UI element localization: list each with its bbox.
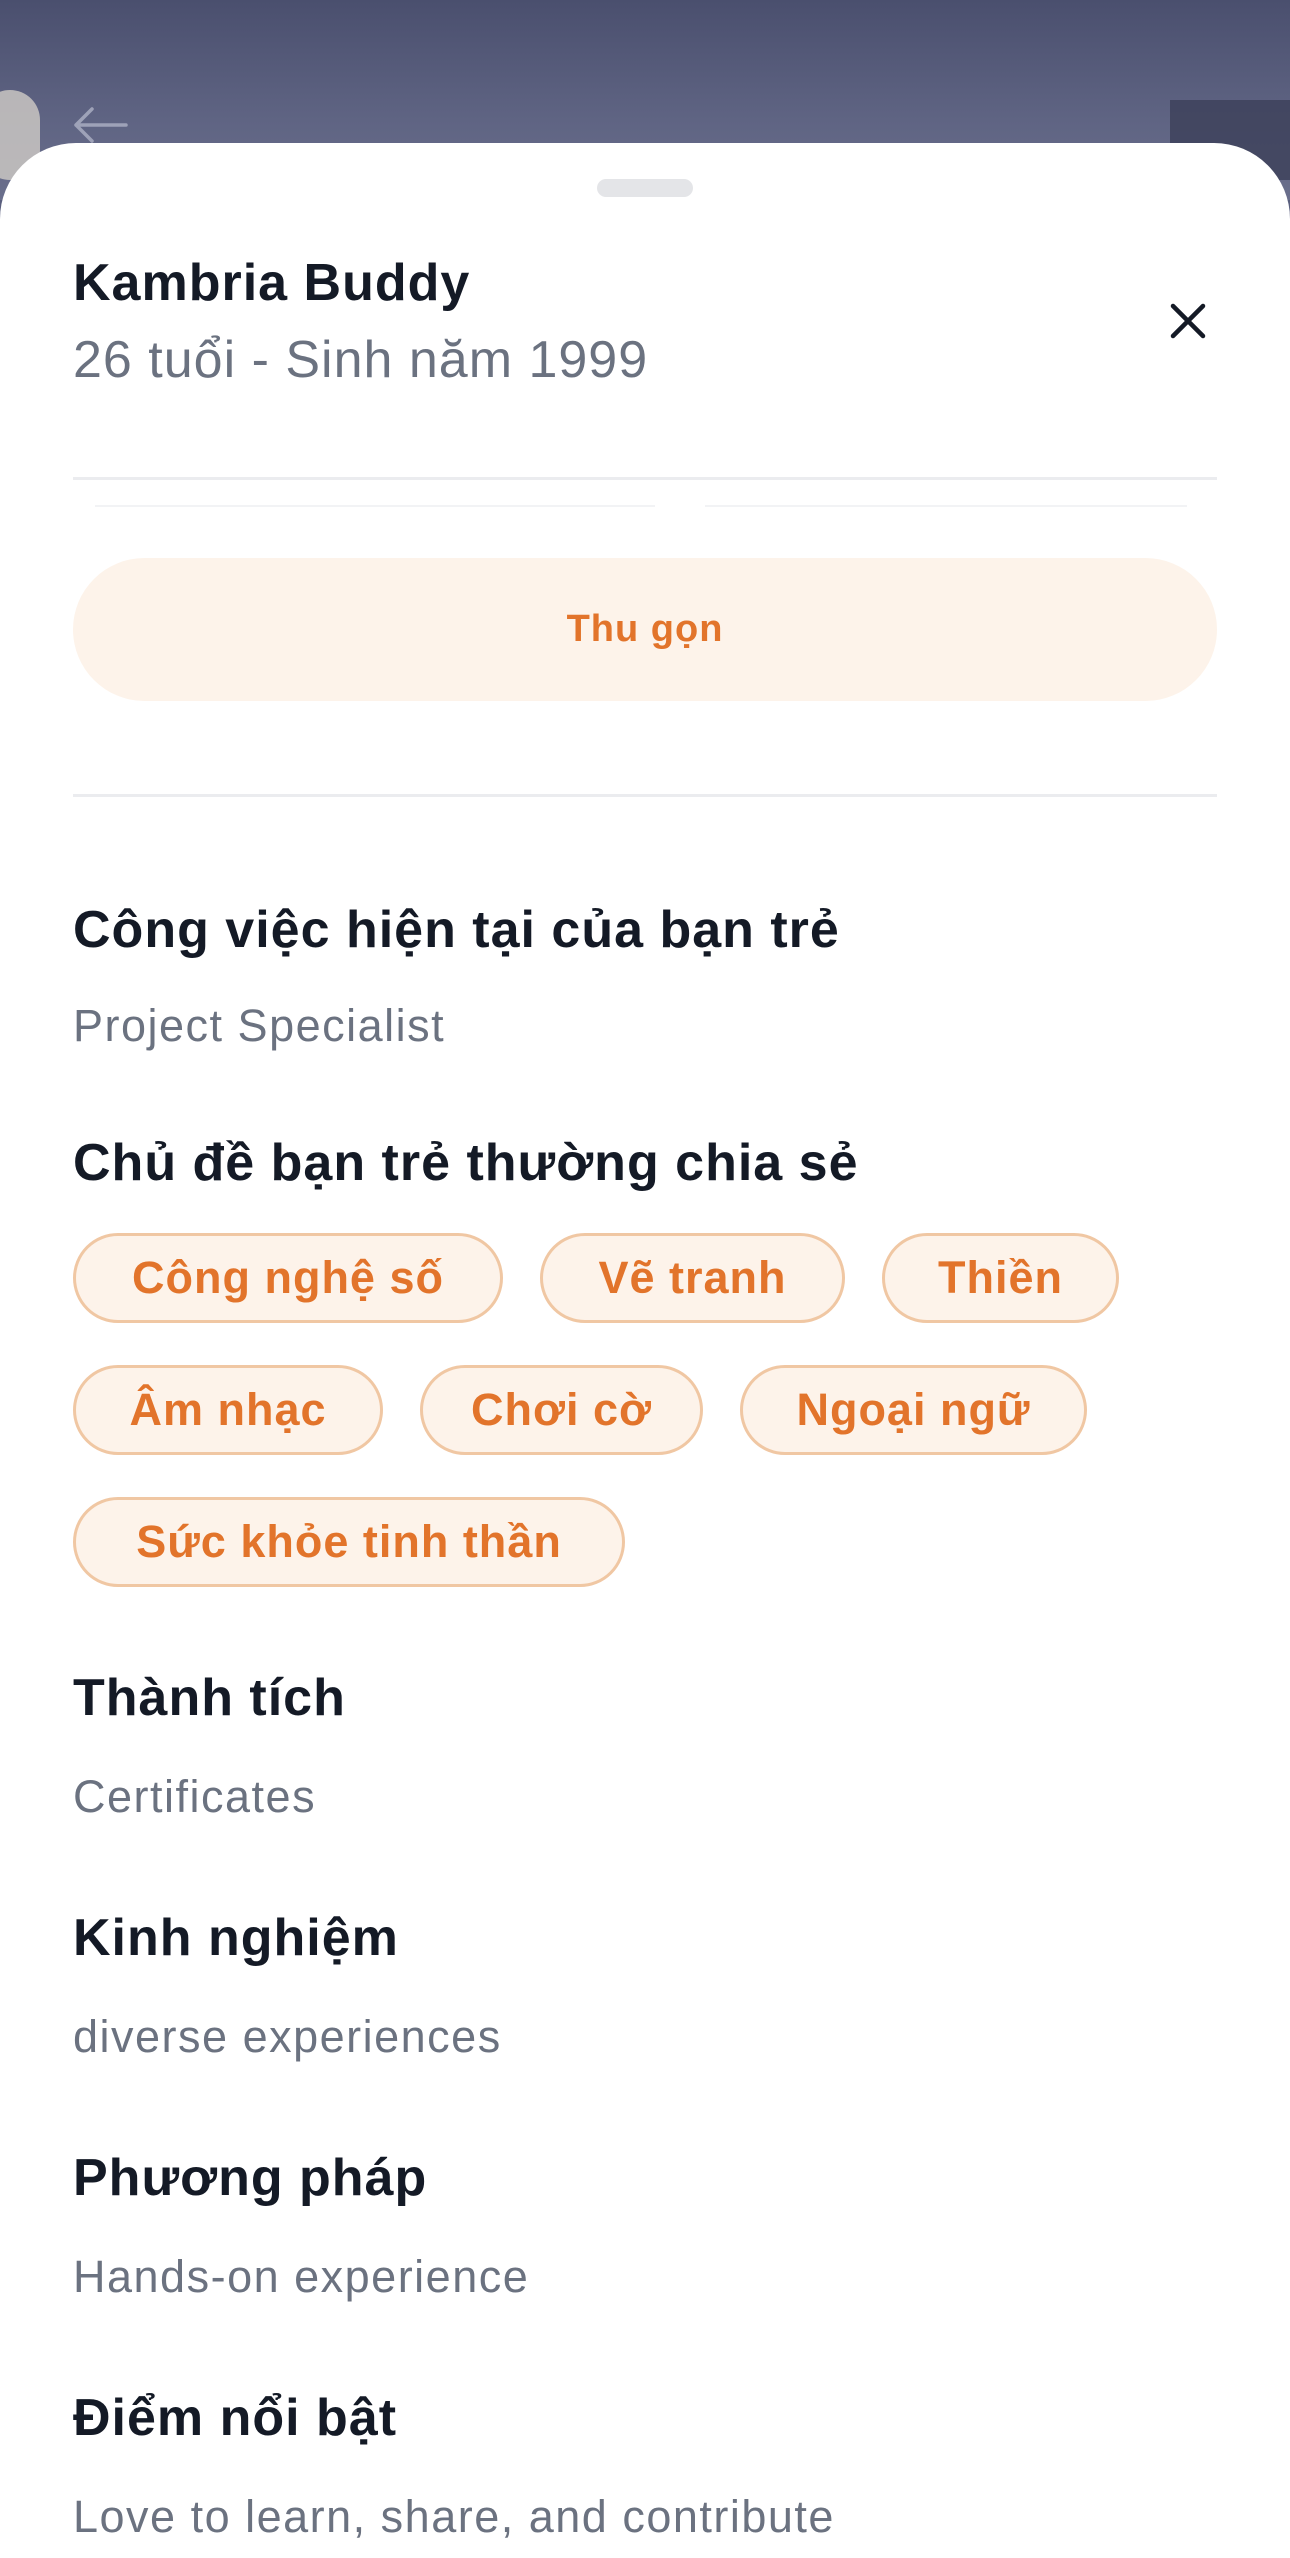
profile-bottom-sheet: Kambria Buddy 26 tuổi - Sinh năm 1999 Th… <box>0 143 1290 2558</box>
experience-heading: Kinh nghiệm <box>73 1909 399 1967</box>
method-value: Hands-on experience <box>73 2251 530 2302</box>
content-divider <box>95 505 655 507</box>
content-divider <box>705 505 1187 507</box>
close-button[interactable] <box>1160 293 1216 349</box>
profile-name: Kambria Buddy <box>73 254 471 312</box>
profile-age: 26 tuổi - Sinh năm 1999 <box>73 331 649 389</box>
experience-value: diverse experiences <box>73 2011 502 2062</box>
arrow-left-icon <box>74 107 128 143</box>
collapse-button[interactable]: Thu gọn <box>73 558 1217 701</box>
method-heading: Phương pháp <box>73 2149 428 2207</box>
close-icon <box>1170 303 1206 339</box>
achievements-value: Certificates <box>73 1771 317 1822</box>
header-divider <box>73 477 1217 480</box>
achievements-heading: Thành tích <box>73 1669 346 1727</box>
topic-chip: Âm nhạc <box>73 1365 383 1455</box>
topic-chip: Sức khỏe tinh thần <box>73 1497 625 1587</box>
highlight-heading: Điểm nổi bật <box>73 2389 398 2447</box>
topic-chip: Ngoại ngữ <box>740 1365 1087 1455</box>
topic-chip: Vẽ tranh <box>540 1233 845 1323</box>
job-heading: Công việc hiện tại của bạn trẻ <box>73 901 840 959</box>
highlight-value: Love to learn, share, and contribute <box>73 2491 835 2542</box>
section-divider <box>73 794 1217 797</box>
topic-chip: Công nghệ số <box>73 1233 503 1323</box>
job-value: Project Specialist <box>73 1000 446 1051</box>
topic-chip: Thiền <box>882 1233 1119 1323</box>
sheet-drag-handle[interactable] <box>597 179 693 197</box>
topics-heading: Chủ đề bạn trẻ thường chia sẻ <box>73 1134 859 1192</box>
topic-chip: Chơi cờ <box>420 1365 703 1455</box>
